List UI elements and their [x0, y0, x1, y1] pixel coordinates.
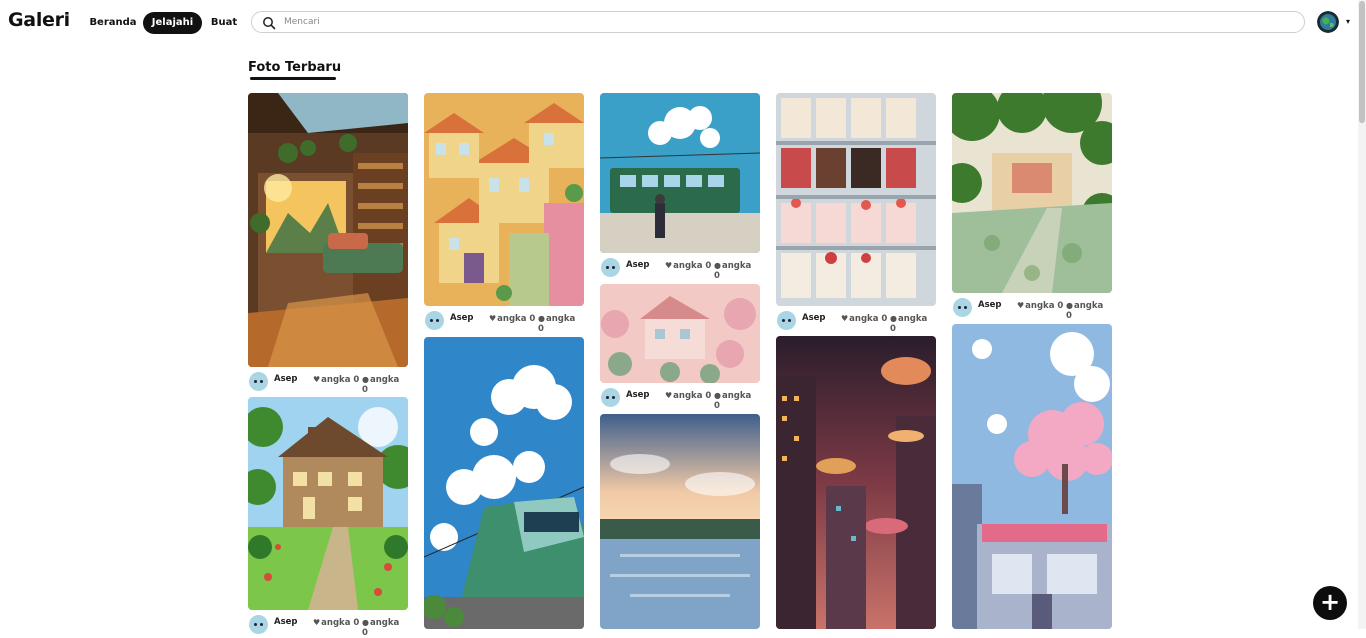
photo-card: Asep ♥angka 0 ●angka 0	[600, 93, 760, 281]
photo-card	[424, 337, 584, 629]
add-photo-button[interactable]: +	[1313, 586, 1347, 620]
search-input[interactable]	[284, 14, 1284, 30]
app-logo[interactable]: Galeri	[8, 9, 70, 31]
photo-thumbnail[interactable]	[952, 324, 1112, 629]
user-menu[interactable]: ▾	[1317, 11, 1357, 35]
author-name[interactable]: Asep	[274, 374, 298, 384]
author-name[interactable]: Asep	[274, 617, 298, 627]
photo-meta: Asep ♥angka 0 ●angka 0	[600, 386, 760, 411]
nav-buat[interactable]: Buat	[207, 12, 241, 34]
plus-icon: +	[1319, 588, 1341, 616]
scrollbar-thumb[interactable]	[1359, 1, 1365, 123]
comment-icon: ●	[538, 314, 545, 323]
like-button[interactable]: ♥angka 0	[489, 314, 535, 324]
globe-avatar-icon[interactable]	[1317, 11, 1339, 33]
like-button[interactable]: ♥angka 0	[841, 314, 887, 324]
section-title-underline	[250, 77, 336, 80]
user-avatar[interactable]	[249, 615, 268, 634]
photo-meta: Asep ♥angka 0 ●angka 0	[776, 309, 936, 334]
photo-card	[776, 336, 936, 629]
photo-thumbnail[interactable]	[248, 93, 408, 367]
heart-icon: ♥	[489, 314, 497, 323]
user-avatar[interactable]	[601, 258, 620, 277]
chevron-down-icon: ▾	[1346, 17, 1351, 26]
nav-beranda[interactable]: Beranda	[86, 12, 140, 34]
photo-card: Asep ♥angka 0 ●angka 0	[776, 93, 936, 334]
comment-button[interactable]: ●angka 0	[362, 618, 408, 638]
author-name[interactable]: Asep	[626, 390, 650, 400]
photo-thumbnail[interactable]	[600, 93, 760, 253]
heart-icon: ♥	[1017, 301, 1025, 310]
author-name[interactable]: Asep	[802, 313, 826, 323]
comment-button[interactable]: ●angka 0	[538, 314, 584, 334]
comment-button[interactable]: ●angka 0	[362, 375, 408, 395]
like-button[interactable]: ♥angka 0	[665, 261, 711, 271]
user-avatar[interactable]	[953, 298, 972, 317]
photo-thumbnail[interactable]	[600, 414, 760, 629]
author-name[interactable]: Asep	[450, 313, 474, 323]
search-bar[interactable]	[251, 11, 1305, 33]
heart-icon: ♥	[665, 261, 673, 270]
comment-icon: ●	[362, 618, 369, 627]
heart-icon: ♥	[841, 314, 849, 323]
photo-card: Asep ♥angka 0 ●angka 0	[424, 93, 584, 334]
user-avatar[interactable]	[249, 372, 268, 391]
comment-button[interactable]: ●angka 0	[890, 314, 936, 334]
photo-card	[600, 414, 760, 629]
photo-thumbnail[interactable]	[952, 93, 1112, 293]
comment-button[interactable]: ●angka 0	[714, 391, 760, 411]
section-title: Foto Terbaru	[248, 60, 342, 75]
photo-thumbnail[interactable]	[776, 336, 936, 629]
like-button[interactable]: ♥angka 0	[1017, 301, 1063, 311]
top-navbar: Galeri Beranda Jelajahi Buat ▾	[0, 0, 1366, 44]
photo-card	[952, 324, 1112, 629]
like-button[interactable]: ♥angka 0	[313, 618, 359, 628]
comment-button[interactable]: ●angka 0	[714, 261, 760, 281]
photo-thumbnail[interactable]	[424, 93, 584, 306]
photo-card: Asep ♥angka 0 ●angka 0	[248, 93, 408, 395]
author-name[interactable]: Asep	[978, 300, 1002, 310]
comment-icon: ●	[890, 314, 897, 323]
user-avatar[interactable]	[601, 388, 620, 407]
comment-icon: ●	[714, 391, 721, 400]
like-button[interactable]: ♥angka 0	[313, 375, 359, 385]
photo-card: Asep ♥angka 0 ●angka 0	[248, 397, 408, 638]
nav-jelajahi[interactable]: Jelajahi	[143, 12, 202, 34]
photo-meta: Asep ♥angka 0 ●angka 0	[600, 256, 760, 281]
photo-card: Asep ♥angka 0 ●angka 0	[952, 93, 1112, 321]
like-button[interactable]: ♥angka 0	[665, 391, 711, 401]
photo-thumbnail[interactable]	[424, 337, 584, 629]
photo-meta: Asep ♥angka 0 ●angka 0	[248, 370, 408, 395]
search-icon	[262, 15, 276, 30]
user-avatar[interactable]	[777, 311, 796, 330]
comment-icon: ●	[714, 261, 721, 270]
heart-icon: ♥	[313, 375, 321, 384]
comment-icon: ●	[362, 375, 369, 384]
author-name[interactable]: Asep	[626, 260, 650, 270]
photo-thumbnail[interactable]	[248, 397, 408, 610]
photo-meta: Asep ♥angka 0 ●angka 0	[952, 296, 1112, 321]
photo-thumbnail[interactable]	[776, 93, 936, 306]
heart-icon: ♥	[665, 391, 673, 400]
comment-button[interactable]: ●angka 0	[1066, 301, 1112, 321]
user-avatar[interactable]	[425, 311, 444, 330]
photo-thumbnail[interactable]	[600, 284, 760, 383]
comment-icon: ●	[1066, 301, 1073, 310]
photo-card: Asep ♥angka 0 ●angka 0	[600, 284, 760, 411]
page-scrollbar[interactable]	[1358, 0, 1366, 629]
photo-meta: Asep ♥angka 0 ●angka 0	[424, 309, 584, 334]
photo-meta: Asep ♥angka 0 ●angka 0	[248, 613, 408, 638]
heart-icon: ♥	[313, 618, 321, 627]
